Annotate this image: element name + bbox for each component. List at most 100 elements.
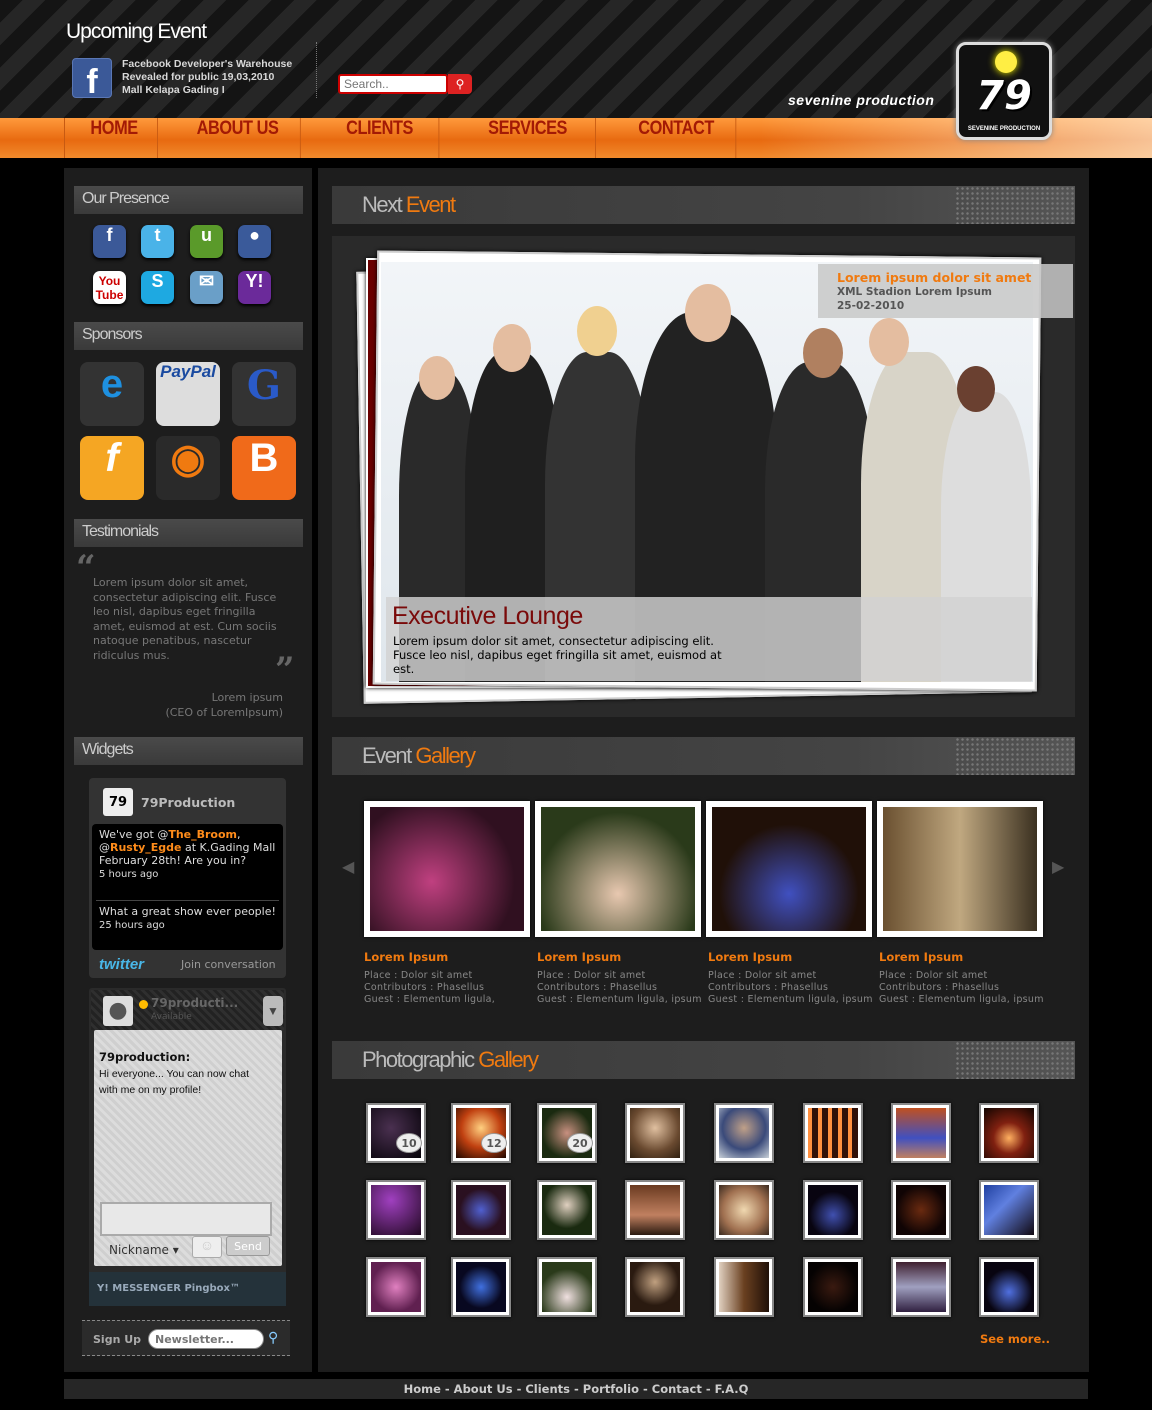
- testimonial-author: Lorem ipsum (CEO of LoremIpsum): [120, 690, 283, 720]
- photo-image: [456, 1262, 506, 1312]
- photo-image: [984, 1108, 1034, 1158]
- photo-head: [419, 356, 455, 400]
- photo-thumbnail[interactable]: [979, 1257, 1039, 1317]
- dot-pattern: [955, 737, 1075, 775]
- twitter-icon[interactable]: t: [141, 225, 174, 258]
- photo-image: [542, 1185, 592, 1235]
- skype-icon[interactable]: S: [141, 271, 174, 304]
- photo-thumbnail[interactable]: [625, 1103, 685, 1163]
- gallery-image: [370, 807, 524, 931]
- photo-thumbnail[interactable]: [451, 1257, 511, 1317]
- google-icon[interactable]: G: [232, 362, 296, 426]
- photo-thumbnail[interactable]: [979, 1180, 1039, 1240]
- photo-thumbnail[interactable]: [451, 1180, 511, 1240]
- emoticon-icon[interactable]: ☺: [192, 1236, 222, 1258]
- photo-thumbnail[interactable]: 20: [537, 1103, 597, 1163]
- event-line: Facebook Developer's Warehouse: [122, 58, 293, 70]
- section-title-next-event: Next Event: [332, 186, 1075, 224]
- photo-thumbnail[interactable]: [625, 1180, 685, 1240]
- photo-thumbnail[interactable]: 12: [451, 1103, 511, 1163]
- see-more-link[interactable]: See more..: [980, 1332, 1050, 1346]
- photo-thumbnail[interactable]: [366, 1257, 426, 1317]
- nav-home[interactable]: HOME: [71, 118, 158, 158]
- photo-thumbnail[interactable]: [714, 1103, 774, 1163]
- gallery-title[interactable]: Lorem Ipsum: [364, 950, 534, 964]
- search-input[interactable]: [338, 74, 448, 94]
- chevron-down-icon[interactable]: ▼: [263, 996, 283, 1026]
- pingbox-header: ● 79producti... Available ▼: [91, 990, 284, 1030]
- photo-image: [896, 1185, 946, 1235]
- facebook-icon[interactable]: f: [93, 225, 126, 258]
- photo-head: [493, 324, 531, 372]
- nav-about-us[interactable]: ABOUT US: [175, 118, 301, 158]
- gallery-thumbnail[interactable]: [535, 801, 701, 937]
- photo-thumbnail[interactable]: [891, 1257, 951, 1317]
- facebook-icon[interactable]: f: [72, 58, 112, 101]
- paypal-icon[interactable]: PayPal: [156, 362, 220, 426]
- paypal-label: PayPal: [160, 362, 216, 381]
- mention-link[interactable]: The_Broom: [168, 828, 237, 841]
- gallery-guest: Guest : Elementum ligula, ipsum: [708, 994, 873, 1005]
- gallery-title[interactable]: Lorem Ipsum: [537, 950, 707, 964]
- join-conversation-link[interactable]: Join conversation: [181, 958, 276, 971]
- chat-input[interactable]: [100, 1202, 272, 1236]
- chat-bubble-icon[interactable]: ✉: [190, 271, 223, 304]
- photo-thumbnail[interactable]: [891, 1180, 951, 1240]
- flash-icon[interactable]: f: [80, 436, 144, 500]
- photo-head: [685, 284, 731, 342]
- myspace-icon[interactable]: ●: [238, 225, 271, 258]
- search-icon[interactable]: ⚲: [448, 74, 472, 94]
- logo-text: 79: [976, 73, 1032, 119]
- photo-thumbnail[interactable]: [803, 1103, 863, 1163]
- twitter-logo[interactable]: twitter: [99, 956, 144, 973]
- event-line: Mall Kelapa Gading I: [122, 84, 225, 96]
- event-info-box: Lorem ipsum dolor sit amet XML Stadion L…: [818, 264, 1073, 318]
- photo-thumbnail[interactable]: [537, 1180, 597, 1240]
- site-logo[interactable]: 79 SEVENINE PRODUCTION: [956, 42, 1052, 140]
- photo-image: [896, 1108, 946, 1158]
- send-button[interactable]: Send: [226, 1236, 270, 1256]
- photo-thumbnail[interactable]: [366, 1180, 426, 1240]
- nickname-select[interactable]: Nickname ▾: [109, 1243, 179, 1257]
- photo-thumbnail[interactable]: [714, 1180, 774, 1240]
- author-name: Lorem ipsum: [211, 691, 283, 704]
- photo-thumbnail[interactable]: 10: [366, 1103, 426, 1163]
- photo-image: [371, 1262, 421, 1312]
- gallery-thumbnail[interactable]: [364, 801, 530, 937]
- section-title-presence: Our Presence: [74, 186, 303, 214]
- nav-services[interactable]: SERVICES: [460, 118, 596, 158]
- youtube-icon[interactable]: You Tube: [93, 271, 126, 304]
- footer-links[interactable]: Home - About Us - Clients - Portfolio - …: [64, 1379, 1088, 1399]
- blogger-icon[interactable]: B: [232, 436, 296, 500]
- photo-thumbnail[interactable]: [803, 1257, 863, 1317]
- ustream-icon[interactable]: u: [190, 225, 223, 258]
- internet-explorer-icon[interactable]: e: [80, 362, 144, 426]
- gallery-title[interactable]: Lorem Ipsum: [879, 950, 1049, 964]
- gallery-caption: Lorem Ipsum Place : Dolor sit amet Contr…: [879, 950, 1049, 1006]
- yahoo-icon[interactable]: Y!: [238, 271, 271, 304]
- gallery-title[interactable]: Lorem Ipsum: [708, 950, 878, 964]
- photo-thumbnail[interactable]: [625, 1257, 685, 1317]
- photo-thumbnail[interactable]: [979, 1103, 1039, 1163]
- chevron-left-icon[interactable]: ◀: [342, 857, 354, 877]
- photo-thumbnail[interactable]: [537, 1257, 597, 1317]
- chevron-right-icon[interactable]: ▶: [1052, 857, 1064, 877]
- gallery-thumbnail[interactable]: [877, 801, 1043, 937]
- search-icon[interactable]: ⚲: [268, 1329, 278, 1346]
- divider: [96, 900, 279, 901]
- event-info-title[interactable]: Lorem ipsum dolor sit amet: [837, 270, 1031, 285]
- photo-thumbnail[interactable]: [714, 1257, 774, 1317]
- twitter-user-name[interactable]: 79Production: [141, 795, 235, 810]
- photo-thumbnail[interactable]: [891, 1103, 951, 1163]
- gallery-thumbnail[interactable]: [706, 801, 872, 937]
- photo-thumbnail[interactable]: [803, 1180, 863, 1240]
- newsletter-input[interactable]: [148, 1329, 264, 1349]
- status-dot-icon: [139, 1000, 148, 1009]
- nav-contact[interactable]: CONTACT: [617, 118, 737, 158]
- newsletter-signup: Sign Up ⚲: [82, 1320, 290, 1356]
- photo-image: [542, 1262, 592, 1312]
- nav-clients[interactable]: CLIENTS: [321, 118, 440, 158]
- mention-link[interactable]: Rusty_Egde: [110, 841, 182, 854]
- firefox-icon[interactable]: ◉: [156, 436, 220, 500]
- lightbulb-icon: [995, 51, 1017, 73]
